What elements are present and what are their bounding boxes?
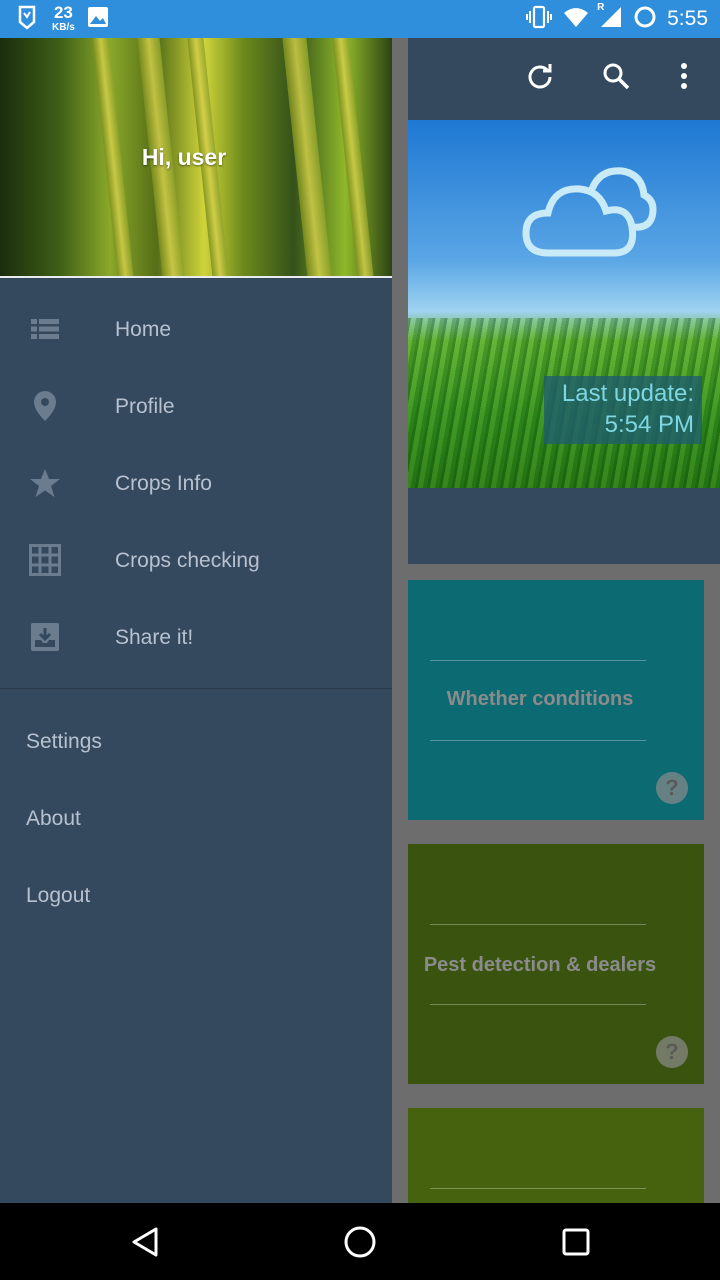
back-button[interactable] <box>124 1221 166 1263</box>
network-speed: 23 KB/s <box>52 2 75 35</box>
menu-label: Home <box>115 318 172 341</box>
cloud-icon <box>518 165 658 265</box>
wifi-icon <box>563 6 589 33</box>
card-divider <box>430 660 646 661</box>
weather-hero: Last update: 5:54 PM <box>408 120 720 488</box>
card-title: Pest detection & dealers <box>423 954 657 976</box>
menu-item-about[interactable]: About <box>0 779 392 856</box>
card-divider <box>430 1004 646 1005</box>
last-update-box: Last update: 5:54 PM <box>544 376 702 444</box>
menu-label: Share it! <box>115 626 194 649</box>
card-title: Whether conditions <box>446 688 634 710</box>
last-update-time: 5:54 PM <box>604 411 694 438</box>
drawer-menu: Home Profile Crops Info Crops checking S… <box>0 290 392 675</box>
navigation-drawer: Hi, user Home Profile Crops Info Crops c… <box>0 38 392 1203</box>
speed-value: 23 <box>53 2 73 22</box>
system-nav-bar <box>0 1203 720 1280</box>
loading-spinner-icon <box>633 5 657 34</box>
menu-label: Crops Info <box>115 472 212 495</box>
search-icon[interactable] <box>596 56 636 96</box>
user-greeting: Hi, user <box>141 144 227 170</box>
image-icon <box>87 6 109 33</box>
hand-notification-icon <box>14 4 40 35</box>
cell-signal-icon: R <box>597 2 623 33</box>
menu-label: Crops checking <box>115 549 260 572</box>
header-divider <box>0 276 392 278</box>
vibrate-icon <box>525 5 553 34</box>
menu-label: Logout <box>26 884 91 907</box>
menu-item-home[interactable]: Home <box>0 290 392 367</box>
menu-label: Profile <box>115 395 175 418</box>
card-divider <box>430 1188 646 1189</box>
menu-label: Settings <box>26 730 102 753</box>
main-screen: Last update: 5:54 PM Whether conditions … <box>392 38 720 1203</box>
menu-item-logout[interactable]: Logout <box>0 856 392 933</box>
help-icon[interactable]: ? <box>656 1036 688 1068</box>
menu-divider <box>0 688 392 689</box>
menu-item-crops-checking[interactable]: Crops checking <box>0 521 392 598</box>
menu-item-profile[interactable]: Profile <box>0 367 392 444</box>
list-icon <box>28 312 62 346</box>
card-divider <box>430 924 646 925</box>
recents-button[interactable] <box>555 1221 597 1263</box>
location-pin-icon <box>28 389 62 423</box>
status-bar: 23 KB/s R 5:55 <box>0 0 720 38</box>
card-weather-conditions[interactable]: Whether conditions ? <box>408 580 704 820</box>
app-toolbar <box>408 38 720 120</box>
menu-item-share[interactable]: Share it! <box>0 598 392 675</box>
menu-item-settings[interactable]: Settings <box>0 702 392 779</box>
refresh-icon[interactable] <box>520 56 560 96</box>
download-box-icon <box>28 620 62 654</box>
card-divider <box>430 740 646 741</box>
speed-unit: KB/s <box>52 21 75 33</box>
card-third[interactable] <box>408 1108 704 1203</box>
more-vert-icon[interactable] <box>664 56 704 96</box>
card-pest-detection[interactable]: Pest detection & dealers ? <box>408 844 704 1084</box>
grid-icon <box>28 543 62 577</box>
menu-item-crops-info[interactable]: Crops Info <box>0 444 392 521</box>
drawer-secondary-menu: Settings About Logout <box>0 702 392 933</box>
home-button[interactable] <box>339 1221 381 1263</box>
help-icon[interactable]: ? <box>656 772 688 804</box>
menu-label: About <box>26 807 81 830</box>
last-update-label: Last update: <box>561 380 694 407</box>
subheader-bar <box>408 488 720 564</box>
roaming-label: R <box>597 1 605 13</box>
star-icon <box>28 466 62 500</box>
clock: 5:55 <box>667 7 708 30</box>
drawer-header: Hi, user <box>0 38 392 276</box>
